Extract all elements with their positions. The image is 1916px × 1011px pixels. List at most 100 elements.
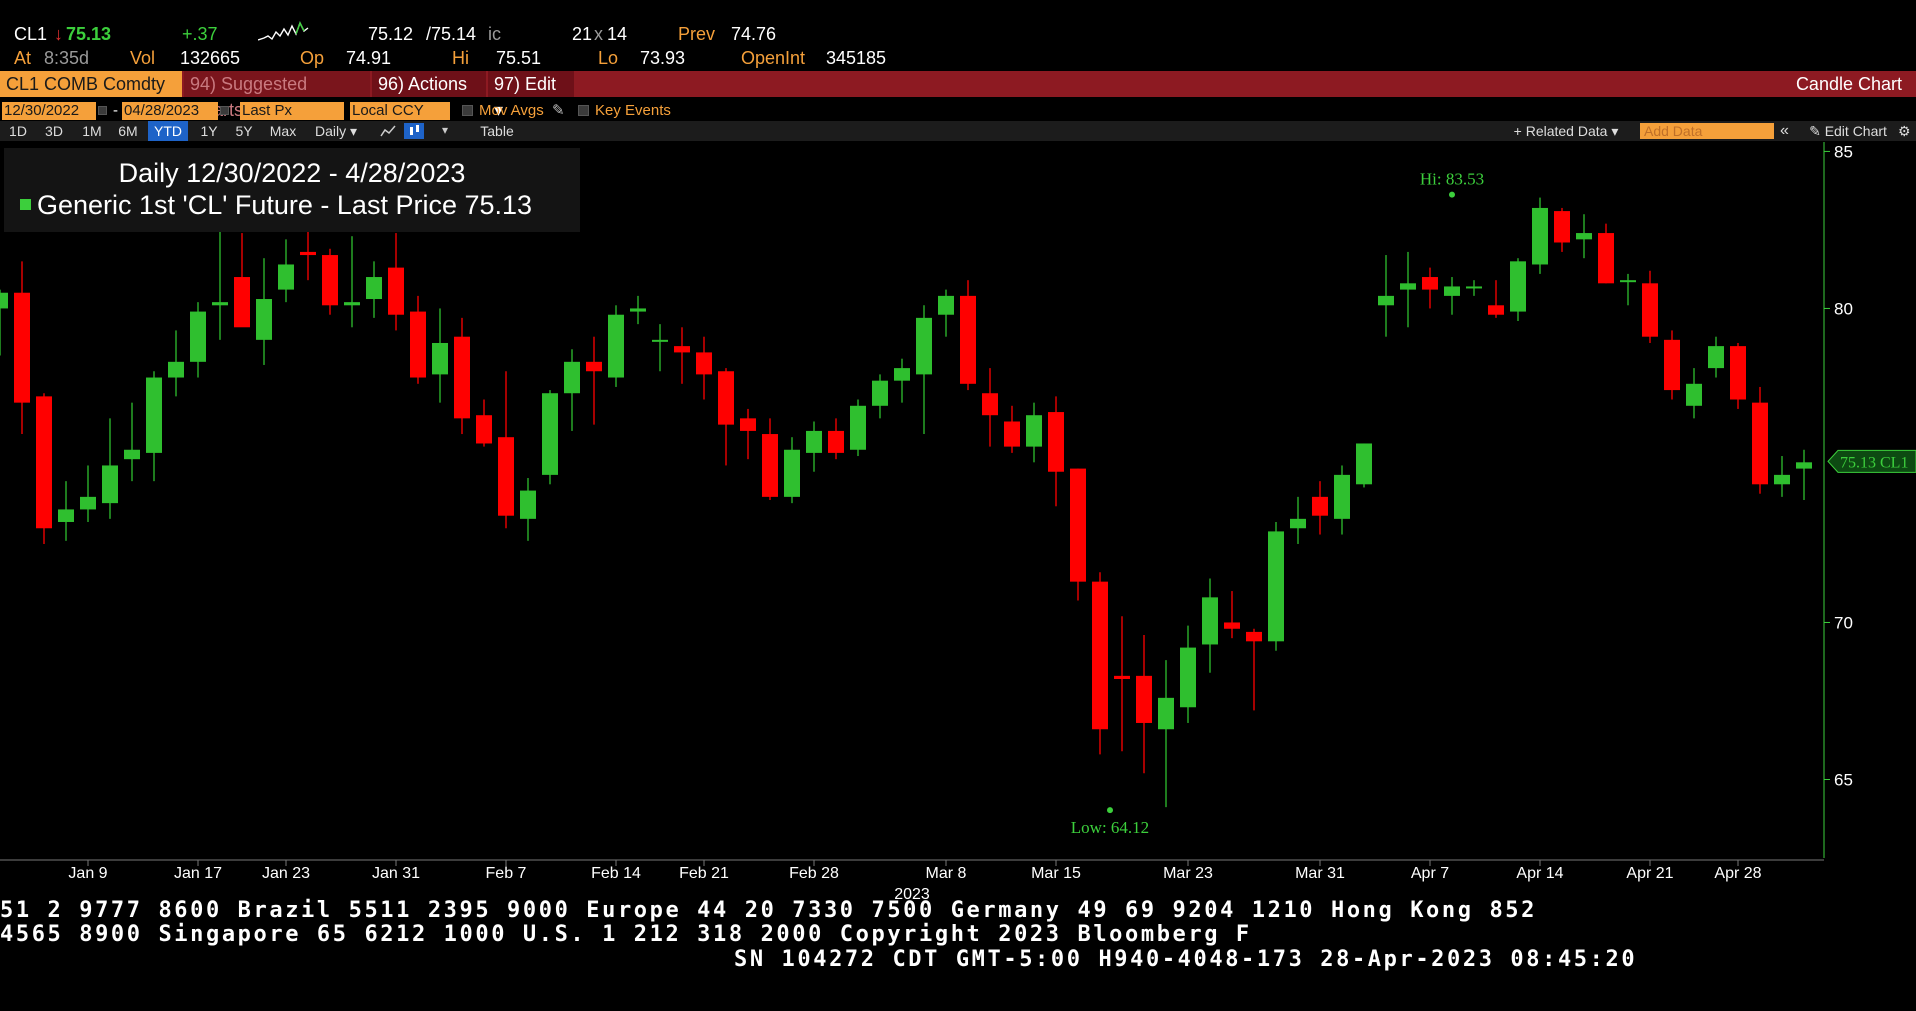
candle-body[interactable]	[762, 434, 778, 497]
actions-menu[interactable]: 96) Actions ▾	[372, 71, 486, 120]
pencil-icon[interactable]: ✎	[552, 102, 565, 120]
period-select[interactable]: Daily ▾	[306, 121, 366, 141]
candle-chart-icon[interactable]	[404, 123, 424, 139]
candle-body[interactable]	[476, 415, 492, 444]
range-button-3d[interactable]: 3D	[40, 121, 68, 141]
candle-body[interactable]	[1554, 211, 1570, 243]
table-button[interactable]: Table	[474, 121, 520, 141]
key-events-checkbox[interactable]	[578, 105, 589, 116]
mov-avgs-checkbox[interactable]	[462, 105, 473, 116]
price-field-select[interactable]: Last Px	[240, 102, 344, 120]
candle-body[interactable]	[234, 277, 250, 328]
key-events-label[interactable]: Key Events	[595, 102, 671, 120]
candle-body[interactable]	[58, 509, 74, 522]
calendar-icon[interactable]	[220, 106, 229, 115]
candle-body[interactable]	[344, 302, 360, 306]
candle-body[interactable]	[1246, 631, 1262, 642]
candle-body[interactable]	[300, 251, 316, 256]
candle-body[interactable]	[1620, 280, 1636, 283]
candle-body[interactable]	[1488, 305, 1504, 315]
candle-body[interactable]	[1532, 207, 1548, 265]
candle-body[interactable]	[410, 311, 426, 378]
candle-body[interactable]	[630, 308, 646, 312]
candle-body[interactable]	[1136, 675, 1152, 723]
candle-body[interactable]	[542, 393, 558, 475]
candle-body[interactable]	[1642, 283, 1658, 337]
candle-body[interactable]	[564, 361, 580, 394]
candle-body[interactable]	[718, 371, 734, 425]
candle-chart[interactable]: 65 70 80 85 Hi: 83.53 Low: 64.12 75.13 CL1 Jan …	[0, 142, 1916, 905]
candle-body[interactable]	[1048, 412, 1064, 472]
candle-body[interactable]	[1158, 697, 1174, 730]
candle-body[interactable]	[1444, 286, 1460, 296]
gear-icon[interactable]: ⚙	[1898, 121, 1911, 141]
security-field[interactable]: CL1 COMB Comdty	[0, 71, 182, 97]
candle-body[interactable]	[388, 267, 404, 315]
candle-body[interactable]	[1290, 518, 1306, 529]
candle-body[interactable]	[608, 314, 624, 378]
candle-body[interactable]	[36, 396, 52, 529]
chevron-down-icon[interactable]: ▾	[442, 123, 448, 137]
candle-body[interactable]	[1224, 622, 1240, 629]
end-date-field[interactable]: 04/28/2023	[122, 102, 218, 120]
edit-chart-button[interactable]: ✎ Edit Chart	[1800, 121, 1896, 141]
candle-body[interactable]	[1466, 286, 1482, 289]
edit-menu[interactable]: 97) Edit ▾	[488, 71, 574, 120]
candle-body[interactable]	[586, 361, 602, 372]
candle-body[interactable]	[1796, 462, 1812, 469]
candle-body[interactable]	[1334, 474, 1350, 519]
candle-body[interactable]	[740, 418, 756, 431]
candle-body[interactable]	[278, 264, 294, 290]
candle-body[interactable]	[1752, 402, 1768, 485]
candle-body[interactable]	[1686, 383, 1702, 406]
candle-body[interactable]	[938, 295, 954, 315]
candle-body[interactable]	[432, 342, 448, 375]
candle-body[interactable]	[894, 368, 910, 381]
candle-body[interactable]	[454, 336, 470, 419]
candle-body[interactable]	[1422, 277, 1438, 290]
candle-body[interactable]	[1378, 295, 1394, 306]
start-date-field[interactable]: 12/30/2022	[2, 102, 96, 120]
candle-body[interactable]	[1774, 474, 1790, 485]
candle-body[interactable]	[982, 393, 998, 416]
candle-body[interactable]	[806, 430, 822, 453]
range-button-6m[interactable]: 6M	[114, 121, 142, 141]
ticker[interactable]: CL1	[14, 24, 47, 45]
range-button-1d[interactable]: 1D	[4, 121, 32, 141]
candle-body[interactable]	[916, 317, 932, 375]
candle-body[interactable]	[1730, 346, 1746, 400]
candle-body[interactable]	[146, 377, 162, 453]
candle-body[interactable]	[190, 311, 206, 362]
range-button-1m[interactable]: 1M	[76, 121, 108, 141]
range-button-1y[interactable]: 1Y	[196, 121, 222, 141]
candle-body[interactable]	[322, 255, 338, 306]
candle-body[interactable]	[696, 352, 712, 375]
candle-body[interactable]	[1114, 675, 1130, 679]
candle-body[interactable]	[212, 302, 228, 306]
candle-body[interactable]	[1092, 581, 1108, 730]
candle-body[interactable]	[784, 449, 800, 497]
candle-body[interactable]	[168, 361, 184, 378]
line-chart-icon[interactable]	[380, 124, 396, 138]
candle-body[interactable]	[498, 437, 514, 516]
range-button-ytd[interactable]: YTD	[148, 121, 188, 141]
range-button-max[interactable]: Max	[266, 121, 300, 141]
candle-body[interactable]	[1180, 647, 1196, 708]
candle-body[interactable]	[1202, 597, 1218, 645]
candle-body[interactable]	[1400, 283, 1416, 290]
candle-body[interactable]	[14, 292, 30, 403]
candle-body[interactable]	[1664, 339, 1680, 391]
candle-body[interactable]	[366, 277, 382, 300]
range-button-5y[interactable]: 5Y	[230, 121, 258, 141]
suggested-charts-button[interactable]: 94) Suggested Charts	[184, 71, 370, 120]
add-data-input[interactable]: Add Data	[1640, 123, 1774, 139]
candle-body[interactable]	[1004, 421, 1020, 447]
candle-body[interactable]	[872, 380, 888, 406]
candle-body[interactable]	[828, 430, 844, 453]
collapse-icon[interactable]: «	[1780, 121, 1789, 141]
candle-body[interactable]	[80, 496, 96, 510]
candle-body[interactable]	[1026, 415, 1042, 447]
candle-body[interactable]	[256, 299, 272, 340]
related-data-button[interactable]: + Related Data ▾	[1506, 121, 1626, 141]
candle-body[interactable]	[850, 405, 866, 450]
